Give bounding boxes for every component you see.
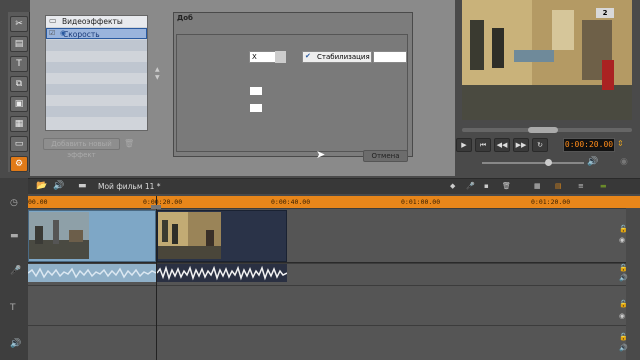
- preview-frame-image: [462, 0, 632, 120]
- playhead[interactable]: [156, 196, 157, 360]
- clip-thumbnail-image: [29, 212, 89, 259]
- skip-to-start-icon[interactable]: ⏮: [475, 138, 491, 152]
- eye-icon[interactable]: ◉: [619, 312, 625, 320]
- clip-thumbnail: [29, 212, 89, 259]
- camera-icon[interactable]: ▣: [10, 96, 28, 112]
- speaker-icon[interactable]: 🔊: [587, 157, 598, 167]
- storyboard-view-icon[interactable]: ▦: [534, 182, 548, 191]
- video-track-icon[interactable]: ▬: [10, 231, 19, 241]
- audio-waveform: [156, 265, 288, 281]
- folder-icon[interactable]: 📂: [36, 181, 47, 191]
- text-view-icon[interactable]: ≡: [578, 182, 592, 191]
- checkmark-icon: ✔: [305, 52, 311, 60]
- delete-icon[interactable]: 🗑: [502, 182, 516, 191]
- eye-icon[interactable]: ◉: [619, 236, 625, 244]
- audio-clip-1[interactable]: [27, 264, 157, 282]
- list-item: [46, 73, 147, 84]
- rewind-icon[interactable]: ◀◀: [494, 138, 510, 152]
- list-item: [46, 117, 147, 128]
- preview-badge: 2: [596, 8, 614, 18]
- ruler-tick: 0:00:20.00: [143, 198, 183, 206]
- ruler-tick: 0:00:40.00: [271, 198, 311, 206]
- lock-icon[interactable]: 🔓: [619, 264, 628, 272]
- move-up-icon[interactable]: ▲: [155, 66, 160, 73]
- option-field-2[interactable]: [250, 104, 262, 112]
- storyboard-icon[interactable]: ▬: [78, 181, 87, 191]
- audio-levels-icon[interactable]: ▬: [600, 182, 614, 191]
- effect-icon: ◉: [60, 29, 67, 37]
- list-item: [46, 95, 147, 106]
- editor-toolbar: ✂ ▤ T ⧉ ▣ ▦ ▭ ⚙: [8, 12, 30, 172]
- ruler-tick: 0:01:00.00: [401, 198, 441, 206]
- x-field-spinner[interactable]: [275, 51, 286, 63]
- lock-icon[interactable]: 🔓: [619, 300, 628, 308]
- list-item: [46, 40, 147, 51]
- add-effect-button[interactable]: Добавить новый эффект: [43, 138, 120, 159]
- lock-icon[interactable]: 🔓: [619, 333, 628, 341]
- effects-category[interactable]: Видеоэффекты: [46, 16, 147, 27]
- audio-clip-2[interactable]: [156, 264, 288, 282]
- film-icon[interactable]: ▭: [10, 136, 28, 152]
- stabilization-checkbox[interactable]: Стабилизация: [302, 51, 372, 63]
- transition-icon[interactable]: ⧉: [10, 76, 28, 92]
- list-item: [46, 84, 147, 95]
- mouse-cursor-icon: ➤: [316, 148, 326, 161]
- audio-waveform: [27, 267, 157, 279]
- dialog-title: Доб: [177, 14, 193, 22]
- slideshow-icon[interactable]: ▦: [10, 116, 28, 132]
- list-item: [46, 62, 147, 73]
- move-down-icon[interactable]: ▼: [155, 74, 160, 81]
- play-icon[interactable]: ▶: [456, 138, 472, 152]
- timecode-spinner-icon[interactable]: ⇕: [617, 139, 624, 148]
- ruler-tick: 00.00: [28, 198, 48, 206]
- clip-thumbnail-image: [158, 212, 221, 259]
- track-divider: [28, 262, 626, 263]
- scissors-icon[interactable]: ✂: [10, 16, 28, 32]
- folder-icon: ▭: [49, 16, 57, 25]
- clock-icon: ◷: [10, 198, 18, 208]
- playhead-handle[interactable]: [151, 205, 161, 209]
- speaker-icon[interactable]: 🔊: [619, 274, 628, 282]
- ruler-tick: 0:01:20.00: [531, 198, 571, 206]
- marker-icon[interactable]: ◆: [450, 182, 464, 191]
- speaker-icon[interactable]: 🔊: [619, 344, 628, 352]
- studio-window: ✂ ▤ T ⧉ ▣ ▦ ▭ ⚙ Видеоэффекты Скорость ▭ …: [0, 0, 640, 360]
- preview-scrubber-thumb[interactable]: [528, 127, 558, 133]
- timeline-view-icon[interactable]: ▤: [555, 182, 569, 191]
- lock-icon[interactable]: 🔓: [619, 225, 628, 233]
- voiceover-icon[interactable]: 🎤: [466, 182, 480, 191]
- audio-track-icon[interactable]: 🎤: [10, 266, 21, 276]
- movie-title: Мой фильм 11 *: [98, 182, 161, 191]
- music-track-icon[interactable]: 🔊: [10, 339, 21, 349]
- speaker-icon[interactable]: 🔊: [53, 181, 64, 191]
- option-field-1[interactable]: [250, 87, 262, 95]
- volume-slider[interactable]: [482, 162, 584, 164]
- eye-icon[interactable]: ◉: [620, 157, 628, 167]
- video-preview: [462, 0, 632, 120]
- cancel-button[interactable]: Отмена: [363, 150, 408, 162]
- trash-icon[interactable]: 🗑: [124, 139, 134, 148]
- title-track[interactable]: [28, 285, 626, 325]
- list-item: [46, 51, 147, 62]
- fast-forward-icon[interactable]: ▶▶: [513, 138, 529, 152]
- title-editor-icon[interactable]: ▤: [10, 36, 28, 52]
- title-track-icon[interactable]: T: [10, 303, 16, 313]
- timecode-display[interactable]: 0:00:20.00: [563, 138, 615, 152]
- clip-thumbnail: [158, 212, 221, 259]
- text-icon[interactable]: T: [10, 56, 28, 72]
- video-effects-icon[interactable]: ⚙: [10, 156, 28, 172]
- list-item: [46, 106, 147, 117]
- split-icon[interactable]: ▪: [484, 182, 498, 191]
- stabilization-field[interactable]: [373, 51, 407, 63]
- music-track[interactable]: [28, 325, 626, 360]
- volume-slider-thumb[interactable]: [545, 159, 552, 166]
- checkbox-icon[interactable]: ☑: [49, 29, 55, 37]
- loop-icon[interactable]: ↻: [532, 138, 548, 152]
